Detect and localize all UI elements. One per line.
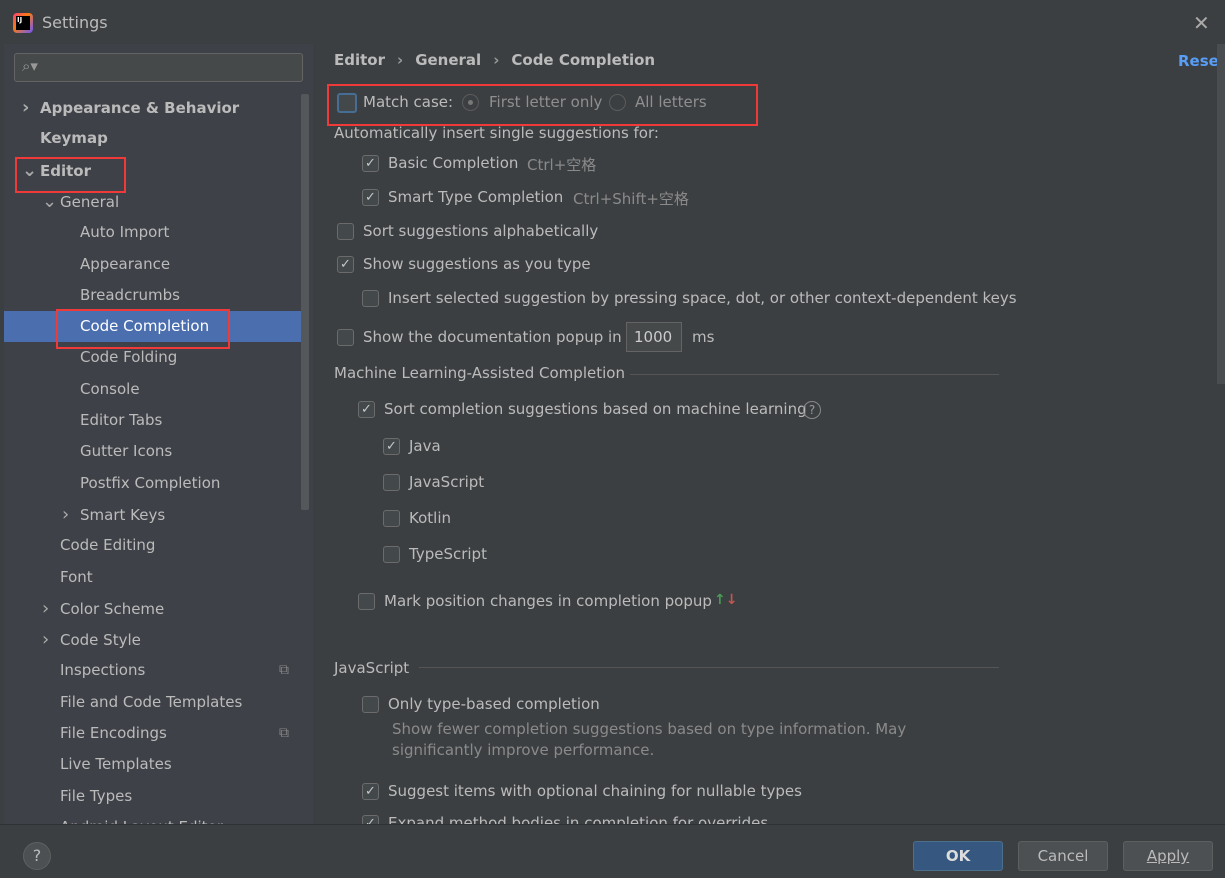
sidebar-item[interactable]: Keymap — [4, 123, 304, 154]
sidebar-item-label: Keymap — [40, 129, 108, 148]
highlight-code-completion — [56, 309, 230, 349]
breadcrumb-item[interactable]: General — [415, 51, 481, 69]
sidebar-item[interactable]: Android Layout Editor — [4, 812, 304, 824]
sidebar-item-label: Auto Import — [80, 223, 170, 242]
cancel-button[interactable]: Cancel — [1018, 841, 1108, 871]
sidebar-item[interactable]: › Code Style — [4, 624, 304, 655]
close-icon[interactable]: ✕ — [1193, 11, 1210, 35]
ok-button[interactable]: OK — [913, 841, 1003, 871]
search-input[interactable]: ⌕▾ — [14, 53, 303, 82]
sidebar-item-label: Inspections — [60, 661, 146, 680]
sidebar-item[interactable]: Postfix Completion — [4, 468, 304, 499]
sidebar-item-label: Code Style — [60, 631, 141, 650]
sidebar-item-label: Breadcrumbs — [80, 285, 180, 304]
documentation-popup-checkbox[interactable] — [337, 329, 354, 346]
sidebar-item[interactable]: Console — [4, 374, 304, 405]
sidebar-item[interactable]: Appearance — [4, 249, 304, 280]
sidebar-item[interactable]: › Smart Keys — [4, 499, 304, 530]
sidebar-item-label: Color Scheme — [60, 599, 165, 618]
ml-lang-checkbox[interactable]: ✓ — [383, 438, 400, 455]
help-button[interactable]: ? — [23, 842, 51, 870]
mark-position-changes-checkbox[interactable] — [358, 593, 375, 610]
sidebar-item-label: Code Folding — [80, 348, 178, 367]
settings-content: Editor › General › Code Completion Reset — [313, 44, 1225, 824]
sidebar-item-label: Console — [80, 379, 140, 398]
sidebar-item[interactable]: Editor Tabs — [4, 405, 304, 436]
ml-sort-checkbox[interactable]: ✓ — [358, 401, 375, 418]
sidebar-item-label: File Types — [60, 786, 133, 805]
ml-lang-checkbox[interactable] — [383, 474, 400, 491]
sidebar-item[interactable]: File Encodings ⧉ — [4, 718, 304, 749]
breadcrumb-item[interactable]: Editor — [334, 51, 385, 69]
intellij-logo-icon: IJ — [13, 13, 33, 33]
optional-chaining-checkbox[interactable]: ✓ — [362, 783, 379, 800]
sidebar-item[interactable]: Inspections ⧉ — [4, 655, 304, 686]
dialog-footer: ? OK Cancel Apply — [0, 824, 1225, 878]
chevron-right-icon[interactable]: › — [62, 499, 80, 530]
sidebar-item[interactable]: › Appearance & Behavior — [4, 92, 304, 123]
sidebar-item[interactable]: Code Editing — [4, 530, 304, 561]
sidebar-item-label: Appearance & Behavior — [40, 99, 240, 117]
sidebar-item-label: Postfix Completion — [80, 473, 221, 492]
sidebar-item[interactable]: › Color Scheme — [4, 593, 304, 624]
sidebar-item[interactable]: Live Templates — [4, 749, 304, 780]
basic-completion-checkbox[interactable]: ✓ — [362, 155, 379, 172]
sidebar-item-label: File and Code Templates — [60, 692, 243, 711]
highlight-editor — [15, 157, 126, 193]
sidebar-item[interactable]: File Types — [4, 781, 304, 812]
search-icon: ⌕▾ — [22, 57, 38, 75]
sidebar-scrollbar[interactable] — [301, 94, 309, 510]
sidebar-item-label: Smart Keys — [80, 505, 166, 524]
apply-button[interactable]: Apply — [1123, 841, 1213, 871]
sidebar-item[interactable]: Auto Import — [4, 217, 304, 248]
sidebar-item-label: General — [60, 192, 120, 211]
content-scrollbar[interactable] — [1217, 44, 1225, 384]
sort-alphabetically-checkbox[interactable] — [337, 223, 354, 240]
ml-lang-checkbox[interactable] — [383, 546, 400, 563]
copy-icon: ⧉ — [279, 725, 289, 741]
highlight-match-case — [327, 84, 758, 126]
chevron-right-icon[interactable]: › — [42, 593, 60, 624]
type-based-completion-checkbox[interactable] — [362, 696, 379, 713]
window-title: Settings — [42, 13, 108, 32]
sidebar-item-label: Editor Tabs — [80, 411, 163, 429]
breadcrumb: Editor › General › Code Completion — [334, 51, 656, 69]
sidebar-item[interactable]: Gutter Icons — [4, 436, 304, 467]
sidebar-item[interactable]: Breadcrumbs — [4, 280, 304, 311]
sidebar-item[interactable]: File and Code Templates — [4, 687, 304, 718]
sidebar-item-label: Gutter Icons — [80, 442, 173, 461]
sidebar-item-label: File Encodings — [60, 724, 167, 742]
sidebar-item-label: Live Templates — [60, 755, 172, 774]
chevron-right-icon[interactable]: › — [22, 92, 40, 123]
expand-method-bodies-checkbox[interactable]: ✓ — [362, 815, 379, 824]
title-bar: IJ Settings ✕ — [0, 0, 1225, 44]
insert-selected-suggestion-checkbox[interactable] — [362, 290, 379, 307]
breadcrumb-item: Code Completion — [511, 51, 656, 69]
smart-type-completion-checkbox[interactable]: ✓ — [362, 189, 379, 206]
ml-lang-checkbox[interactable] — [383, 510, 400, 527]
sidebar-item-label: Appearance — [80, 254, 171, 273]
copy-icon: ⧉ — [279, 662, 289, 679]
chevron-right-icon[interactable]: › — [42, 624, 60, 655]
show-as-you-type-checkbox[interactable]: ✓ — [337, 256, 354, 273]
sidebar-item[interactable]: Font — [4, 562, 304, 593]
sidebar-item-label: Font — [60, 567, 93, 586]
sidebar-item-label: Code Editing — [60, 536, 156, 555]
